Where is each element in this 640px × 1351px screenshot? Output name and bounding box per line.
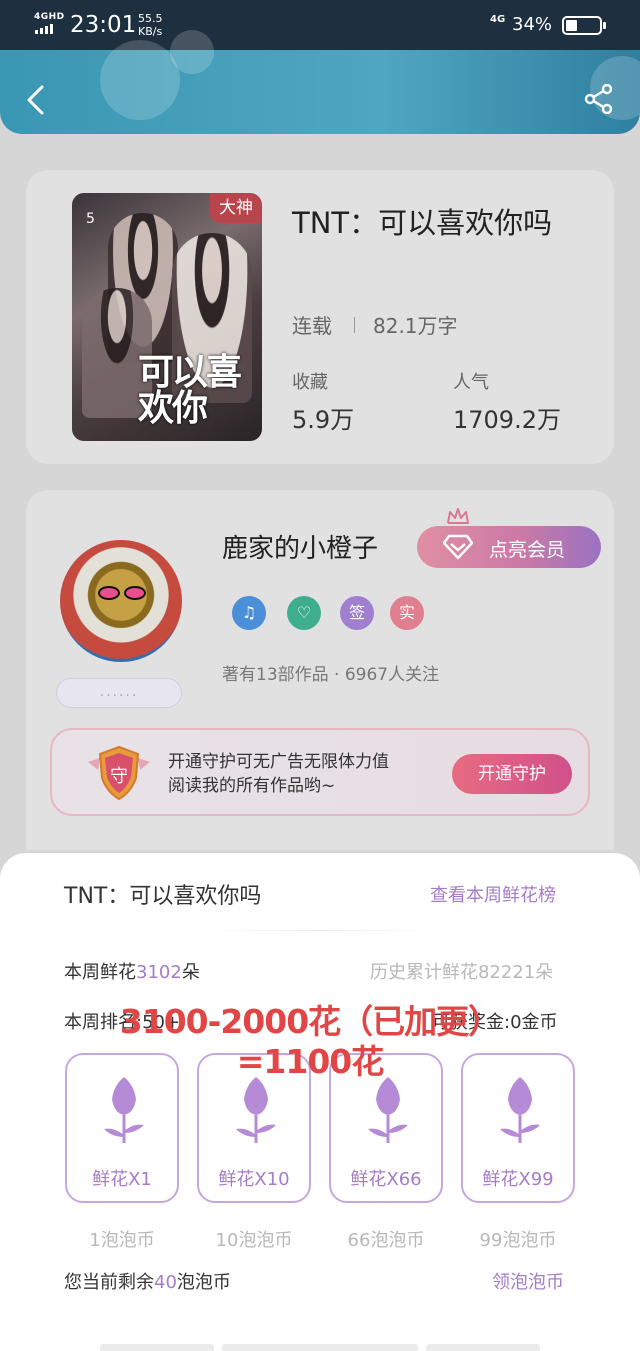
book-title: TNT：可以喜欢你吗	[292, 206, 553, 240]
back-icon[interactable]	[24, 85, 48, 115]
flower-option-label: 鲜花X99	[482, 1169, 554, 1190]
bottom-bar-segment	[426, 1344, 540, 1351]
bottom-bar-segment	[222, 1344, 418, 1351]
popularity-value: 1709.2万	[453, 406, 561, 434]
handshake-badge-icon[interactable]: ♡	[287, 596, 321, 630]
network-type-right: 4G	[490, 14, 506, 25]
cover-title-text: 可以喜欢你	[138, 352, 242, 429]
shield-icon: 守	[88, 745, 150, 801]
bubble-decoration	[170, 30, 214, 74]
signal-icon	[35, 24, 53, 34]
network-speed: 55.5 KB/s	[138, 12, 163, 38]
coin-balance-unit: 泡泡币	[176, 1272, 231, 1293]
author-name[interactable]: 鹿家的小橙子	[222, 528, 378, 565]
signed-badge[interactable]: 签	[340, 596, 374, 630]
divider	[200, 930, 440, 931]
book-cover[interactable]: 5 可以喜欢你 大神	[72, 193, 262, 441]
speed-unit: KB/s	[138, 25, 163, 38]
bubble-decoration	[100, 40, 180, 120]
red-annotation-overlay: 3100-2000花（已加更） =1100花	[90, 1002, 530, 1082]
network-type: 4GHD	[34, 12, 65, 22]
cover-number: 5	[86, 211, 95, 227]
weekly-flowers: 本周鲜花3102朵	[64, 958, 200, 984]
book-meta: 连载 82.1万字	[292, 310, 458, 339]
get-coins-link[interactable]: 领泡泡币	[492, 1268, 564, 1294]
weekly-flowers-unit: 朵	[181, 962, 200, 983]
battery-icon	[562, 16, 606, 35]
tulip-icon	[236, 1077, 276, 1143]
book-status: 连载	[292, 314, 332, 338]
battery-percent: 34%	[512, 14, 553, 35]
tulip-icon	[104, 1077, 144, 1143]
history-flowers: 历史累计鲜花82221朵	[370, 962, 554, 983]
shield-label: 守	[110, 766, 128, 787]
avatar-glasses	[98, 586, 146, 600]
word-count: 82.1万字	[373, 314, 458, 338]
vip-button-label: 点亮会员	[489, 539, 566, 561]
sheet-title: TNT：可以喜欢你吗	[64, 884, 262, 909]
flower-price: 66泡泡币	[347, 1230, 425, 1251]
flower-price: 10泡泡币	[215, 1230, 293, 1251]
flower-option-label: 鲜花X1	[92, 1169, 152, 1190]
avatar-caption: ......	[56, 678, 182, 708]
bottom-bar-segment	[100, 1344, 214, 1351]
status-bar: 4GHD 23:01 55.5 KB/s 4G 34%	[0, 0, 640, 50]
annotation-line1: 3100-2000花（已加更）	[119, 1002, 501, 1041]
guard-banner[interactable]: 守 开通守护可无广告无限体力值 阅读我的所有作品哟~ 开通守护	[50, 728, 590, 816]
speed-value: 55.5	[138, 12, 163, 25]
flower-option-label: 鲜花X66	[350, 1169, 422, 1190]
top-header	[0, 30, 640, 134]
author-avatar[interactable]	[60, 540, 182, 662]
diamond-icon	[443, 534, 473, 560]
open-guard-button[interactable]: 开通守护	[452, 754, 572, 794]
popularity-label: 人气	[453, 372, 489, 393]
music-badge-icon[interactable]: ♫	[232, 596, 266, 630]
tulip-icon	[368, 1077, 408, 1143]
guard-text-line2: 阅读我的所有作品哟~	[168, 776, 336, 796]
coin-balance: 您当前剩余40泡泡币	[64, 1268, 231, 1294]
works-info: 著有13部作品 · 6967人关注	[222, 665, 440, 685]
favorites-value: 5.9万	[292, 406, 355, 434]
flower-price: 1泡泡币	[89, 1230, 155, 1251]
annotation-line2: =1100花	[236, 1042, 384, 1081]
flower-option-label: 鲜花X10	[218, 1169, 290, 1190]
share-icon[interactable]	[584, 84, 614, 114]
guard-text: 开通守护可无广告无限体力值 阅读我的所有作品哟~	[168, 750, 389, 798]
guard-text-line1: 开通守护可无广告无限体力值	[168, 752, 389, 772]
tulip-icon	[500, 1077, 540, 1143]
coin-balance-value: 40	[154, 1272, 177, 1293]
crown-icon	[447, 508, 469, 524]
clock: 23:01	[70, 12, 137, 38]
verified-badge[interactable]: 实	[390, 596, 424, 630]
flower-price: 99泡泡币	[479, 1230, 557, 1251]
meta-divider	[354, 316, 355, 333]
cover-tag: 大神	[210, 193, 262, 223]
weekly-flowers-label: 本周鲜花	[64, 962, 136, 983]
vip-button[interactable]: 点亮会员	[417, 526, 601, 568]
coin-balance-label: 您当前剩余	[64, 1272, 154, 1293]
favorites-label: 收藏	[292, 372, 328, 393]
weekly-flower-ranking-link[interactable]: 查看本周鲜花榜	[430, 881, 556, 907]
weekly-flowers-count: 3102	[136, 962, 182, 983]
